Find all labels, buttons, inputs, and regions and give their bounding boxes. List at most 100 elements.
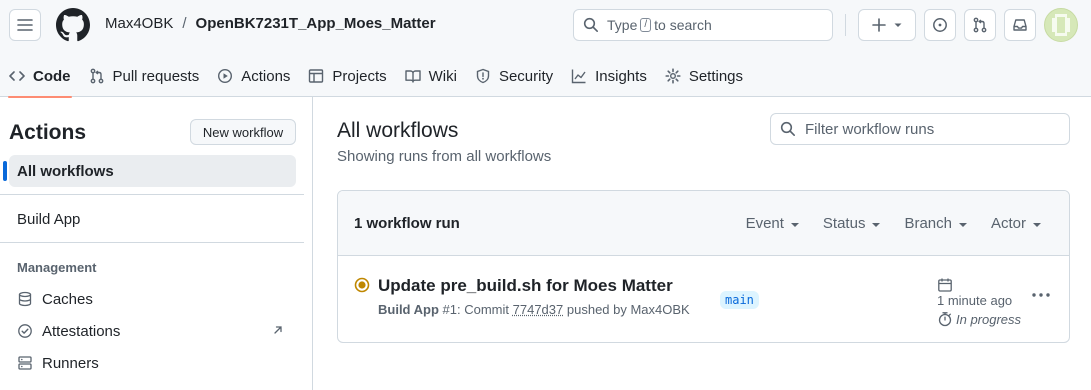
filter-label: Actor — [990, 215, 1026, 232]
hamburger-icon — [17, 19, 33, 31]
search-icon — [583, 17, 598, 32]
breadcrumb-separator: / — [182, 15, 187, 32]
sidebar-item-label: All workflows — [17, 162, 114, 180]
status-filter-dropdown[interactable]: Status — [823, 215, 881, 232]
run-time-ago: 1 minute ago — [937, 293, 1013, 308]
tab-insights[interactable]: Insights — [562, 55, 656, 97]
caret-down-icon — [894, 23, 902, 27]
sidebar-item-label: Runners — [42, 354, 99, 372]
repo-owner-link[interactable]: Max4OBK — [105, 15, 173, 32]
search-icon — [780, 121, 795, 136]
in-progress-status-icon — [354, 277, 370, 293]
table-icon — [309, 69, 324, 83]
graph-icon — [571, 69, 586, 84]
tab-actions[interactable]: Actions — [208, 55, 299, 97]
branch-filter-dropdown[interactable]: Branch — [904, 215, 967, 232]
search-input[interactable]: Type / to search — [573, 9, 833, 41]
sidebar-divider — [0, 242, 304, 243]
filter-workflow-runs-input[interactable]: Filter workflow runs — [770, 113, 1070, 145]
sidebar-section-management: Management — [17, 260, 97, 275]
sidebar-item-all-workflows[interactable]: All workflows — [3, 155, 296, 187]
database-icon — [18, 291, 32, 307]
tab-security-label: Security — [498, 67, 554, 85]
event-filter-dropdown[interactable]: Event — [746, 215, 799, 232]
sidebar-item-attestations[interactable]: Attestations — [9, 315, 296, 347]
filter-label: Branch — [904, 215, 952, 232]
avatar[interactable] — [1044, 8, 1078, 42]
tab-projects[interactable]: Projects — [299, 55, 395, 97]
plus-icon — [872, 18, 886, 32]
sidebar-item-label: Build App — [17, 210, 81, 228]
code-icon — [9, 71, 25, 81]
tab-code[interactable]: Code — [0, 55, 80, 98]
create-new-button[interactable] — [858, 9, 916, 41]
run-options-button[interactable] — [1031, 287, 1051, 303]
search-prefix: Type — [607, 17, 638, 33]
tab-security[interactable]: Security — [466, 55, 562, 97]
server-icon — [18, 356, 32, 370]
repo-name-link[interactable]: OpenBK7231T_App_Moes_Matter — [196, 15, 436, 32]
repo-nav-tabs: Code Pull requests Actions Projects Wiki… — [0, 55, 752, 98]
tab-code-label: Code — [33, 67, 71, 85]
page-subtitle: Showing runs from all workflows — [337, 148, 552, 165]
new-workflow-button[interactable]: New workflow — [190, 119, 296, 145]
pull-requests-button[interactable] — [964, 9, 996, 41]
run-filters: Event Status Branch Actor — [746, 215, 1041, 232]
kebab-horizontal-icon — [1032, 293, 1050, 297]
workflow-runs-header: 1 workflow run Event Status Branch Actor — [338, 191, 1069, 256]
sidebar-title: Actions — [9, 121, 87, 144]
tab-settings-label: Settings — [688, 67, 744, 85]
tab-settings[interactable]: Settings — [656, 55, 752, 97]
filter-placeholder: Filter workflow runs — [805, 120, 935, 138]
search-shortcut-key: / — [640, 18, 652, 32]
tab-projects-label: Projects — [332, 67, 387, 85]
caret-down-icon — [958, 222, 967, 227]
verified-icon — [18, 324, 32, 338]
calendar-icon — [938, 278, 952, 292]
book-icon — [404, 70, 421, 83]
play-icon — [218, 68, 233, 84]
commit-sha-link[interactable]: 7747d37 — [513, 302, 564, 317]
run-pushed-by: pushed by Max4OBK — [566, 302, 690, 317]
issue-icon — [933, 18, 947, 32]
sidebar-item-label: Attestations — [42, 322, 121, 340]
tab-insights-label: Insights — [595, 67, 647, 85]
sidebar-item-label: Caches — [42, 290, 93, 308]
filter-label: Event — [745, 215, 784, 232]
github-logo[interactable] — [56, 8, 90, 42]
caret-down-icon — [790, 222, 799, 227]
inbox-button[interactable] — [1004, 9, 1036, 41]
search-suffix: to search — [654, 17, 712, 33]
breadcrumb: Max4OBK / OpenBK7231T_App_Moes_Matter — [105, 15, 436, 32]
stopwatch-icon — [938, 312, 952, 327]
sidebar-item-build-app[interactable]: Build App — [9, 203, 296, 235]
caret-down-icon — [872, 222, 881, 227]
tab-wiki-label: Wiki — [428, 67, 457, 85]
filter-label: Status — [822, 215, 866, 232]
hamburger-button[interactable] — [9, 9, 41, 41]
run-title-link[interactable]: Update pre_build.sh for Moes Matter — [378, 276, 673, 296]
inbox-icon — [1013, 19, 1027, 31]
avatar-image — [1052, 14, 1070, 36]
page-title: All workflows — [337, 119, 459, 142]
tab-pull-requests[interactable]: Pull requests — [80, 55, 209, 97]
caret-down-icon — [1033, 222, 1041, 227]
run-workflow-name: Build App — [378, 302, 439, 317]
actor-filter-dropdown[interactable]: Actor — [991, 215, 1041, 232]
run-number: #1 — [442, 302, 457, 317]
tab-pull-requests-label: Pull requests — [112, 67, 200, 85]
sidebar-item-caches[interactable]: Caches — [9, 283, 296, 315]
run-commit-prefix: : Commit — [457, 302, 509, 317]
pull-request-icon — [973, 17, 987, 33]
pull-request-icon — [90, 68, 103, 84]
sidebar-divider — [0, 194, 304, 195]
issues-button[interactable] — [924, 9, 956, 41]
branch-badge[interactable]: main — [720, 291, 759, 309]
external-link-icon — [274, 326, 282, 334]
run-meta: Build App #1: Commit 7747d37 pushed by M… — [378, 302, 690, 317]
run-count: 1 workflow run — [354, 215, 460, 232]
sidebar-item-runners[interactable]: Runners — [9, 347, 296, 379]
gear-icon — [665, 68, 681, 84]
tab-wiki[interactable]: Wiki — [396, 55, 466, 97]
run-status: In progress — [937, 311, 1021, 327]
